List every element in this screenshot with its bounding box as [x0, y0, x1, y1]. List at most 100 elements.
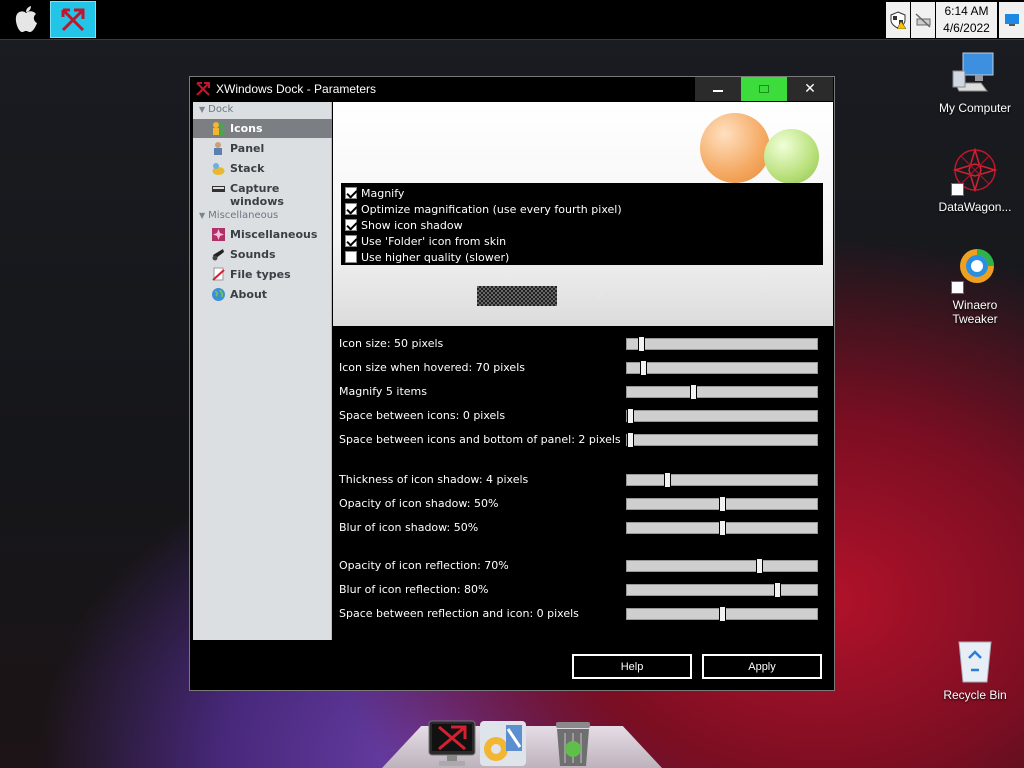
slider-track[interactable] [626, 360, 818, 376]
sidebar-item-label: Miscellaneous [230, 228, 318, 241]
slider-thumb[interactable] [719, 606, 726, 622]
sliders-panel: Icon size: 50 pixels Icon size when hove… [333, 328, 829, 640]
close-button[interactable]: ✕ [787, 77, 833, 101]
checkbox[interactable] [345, 235, 357, 247]
slider-thumb[interactable] [638, 336, 645, 352]
slider-track[interactable] [626, 336, 818, 352]
option-show-icon-shadow[interactable]: Show icon shadow [341, 217, 823, 233]
group-label: Dock [208, 104, 234, 115]
sidebar-item-icons[interactable]: Icons [193, 119, 332, 138]
miscellaneous-icon [212, 228, 225, 241]
slider-label: Opacity of icon shadow: 50% [339, 497, 499, 510]
show-desktop-button[interactable] [999, 2, 1024, 38]
minimize-button[interactable] [695, 77, 741, 101]
slider-thumb[interactable] [627, 432, 634, 448]
slider-thumb[interactable] [627, 408, 634, 424]
sidebar-item-panel[interactable]: Panel [193, 139, 332, 158]
sidebar-group-miscellaneous[interactable]: ▼ Miscellaneous [199, 210, 278, 221]
maximize-icon [759, 85, 769, 93]
option-label: Magnify [361, 186, 405, 200]
computer-icon [951, 49, 999, 97]
options-checklist: Magnify Optimize magnification (use ever… [341, 183, 823, 265]
checkbox[interactable] [345, 187, 357, 199]
checkbox[interactable] [345, 203, 357, 215]
xwindows-dock-taskbar-button[interactable] [50, 1, 96, 38]
speaker-icon [212, 249, 224, 261]
sidebar-item-stack[interactable]: Stack [193, 159, 332, 178]
shortcut-arrow-icon [951, 183, 964, 196]
parameters-window: XWindows Dock - Parameters ✕ ▼ Dock Icons [189, 76, 835, 691]
slider-row-icon-size-hovered: Icon size when hovered: 70 pixels [333, 357, 829, 377]
sidebar-item-about[interactable]: About [193, 285, 332, 304]
dock-item-trash[interactable] [548, 719, 598, 768]
slider-thumb[interactable] [719, 496, 726, 512]
slider-label: Icon size when hovered: 70 pixels [339, 361, 525, 374]
slider-track[interactable] [626, 582, 818, 598]
sidebar-item-capture-windows[interactable]: Capture windows [193, 179, 332, 208]
sidebar-item-miscellaneous[interactable]: Miscellaneous [193, 225, 332, 244]
security-warning-icon[interactable] [886, 2, 910, 38]
option-magnify[interactable]: Magnify [341, 185, 823, 201]
apple-logo-icon[interactable] [8, 3, 44, 37]
slider-track[interactable] [626, 606, 818, 622]
xwindows-dock-icon [61, 8, 85, 31]
slider-thumb[interactable] [690, 384, 697, 400]
desktop-icon-recycle-bin[interactable]: Recycle Bin [935, 636, 1015, 702]
slider-track[interactable] [626, 384, 818, 400]
slider-row-magnify-items: Magnify 5 items [333, 381, 829, 401]
dock-item-settings[interactable] [478, 719, 528, 768]
slider-track[interactable] [626, 472, 818, 488]
slider-track[interactable] [626, 432, 818, 448]
slider-row-reflection-opacity: Opacity of icon reflection: 70% [333, 555, 829, 575]
sidebar-group-dock[interactable]: ▼ Dock [199, 104, 233, 115]
keyboard-icon [212, 186, 225, 192]
help-button[interactable]: Help [572, 654, 692, 679]
window-titlebar[interactable]: XWindows Dock - Parameters ✕ [190, 77, 834, 101]
slider-label: Space between icons and bottom of panel:… [339, 433, 621, 446]
checkbox[interactable] [345, 251, 357, 263]
xwindows-dock-icon [196, 82, 210, 96]
sidebar-item-label: About [230, 288, 268, 301]
slider-thumb[interactable] [756, 558, 763, 574]
option-label: Use higher quality (slower) [361, 250, 510, 264]
slider-label: Blur of icon shadow: 50% [339, 521, 479, 534]
slider-thumb[interactable] [774, 582, 781, 598]
collapse-triangle-icon: ▼ [199, 211, 206, 220]
slider-track[interactable] [626, 496, 818, 512]
slider-thumb[interactable] [664, 472, 671, 488]
slider-label: Blur of icon reflection: 80% [339, 583, 489, 596]
slider-row-space-bottom-panel: Space between icons and bottom of panel:… [333, 429, 829, 449]
panel-person-icon [214, 142, 222, 155]
option-optimize-magnification[interactable]: Optimize magnification (use every fourth… [341, 201, 823, 217]
slider-label: Icon size: 50 pixels [339, 337, 444, 350]
collapse-triangle-icon: ▼ [199, 105, 206, 114]
network-offline-icon[interactable] [911, 2, 935, 38]
sidebar-item-label: Sounds [230, 248, 276, 261]
slider-thumb[interactable] [640, 360, 647, 376]
maximize-button[interactable] [741, 77, 787, 101]
sidebar-item-sounds[interactable]: Sounds [193, 245, 332, 264]
slider-label: Opacity of icon reflection: 70% [339, 559, 509, 572]
group-label: Miscellaneous [208, 210, 279, 221]
option-higher-quality[interactable]: Use higher quality (slower) [341, 249, 823, 265]
desktop-icon-my-computer[interactable]: My Computer [935, 49, 1015, 115]
slider-track[interactable] [626, 408, 818, 424]
clock-date: 4/6/2022 [943, 21, 990, 35]
slider-track[interactable] [626, 558, 818, 574]
recycle-bin-icon [951, 636, 999, 684]
option-label: Use 'Folder' icon from skin [361, 234, 507, 248]
checkbox[interactable] [345, 219, 357, 231]
slider-thumb[interactable] [719, 520, 726, 536]
sidebar-item-file-types[interactable]: File types [193, 265, 332, 284]
file-types-icon [212, 267, 225, 281]
slider-track[interactable] [626, 520, 818, 536]
desktop-icon-winaero-tweaker[interactable]: Winaero Tweaker [935, 246, 1015, 326]
desktop-icon-label: Recycle Bin [943, 688, 1007, 702]
system-clock[interactable]: 6:14 AM 4/6/2022 [936, 2, 997, 38]
slider-row-shadow-blur: Blur of icon shadow: 50% [333, 517, 829, 537]
option-use-folder-icon[interactable]: Use 'Folder' icon from skin [341, 233, 823, 249]
apply-button[interactable]: Apply [702, 654, 822, 679]
desktop-icon-label: DataWagon... [938, 200, 1012, 214]
desktop-icon-datawagon[interactable]: DataWagon... [935, 147, 1015, 214]
dock-item-xwindows[interactable] [427, 719, 477, 768]
